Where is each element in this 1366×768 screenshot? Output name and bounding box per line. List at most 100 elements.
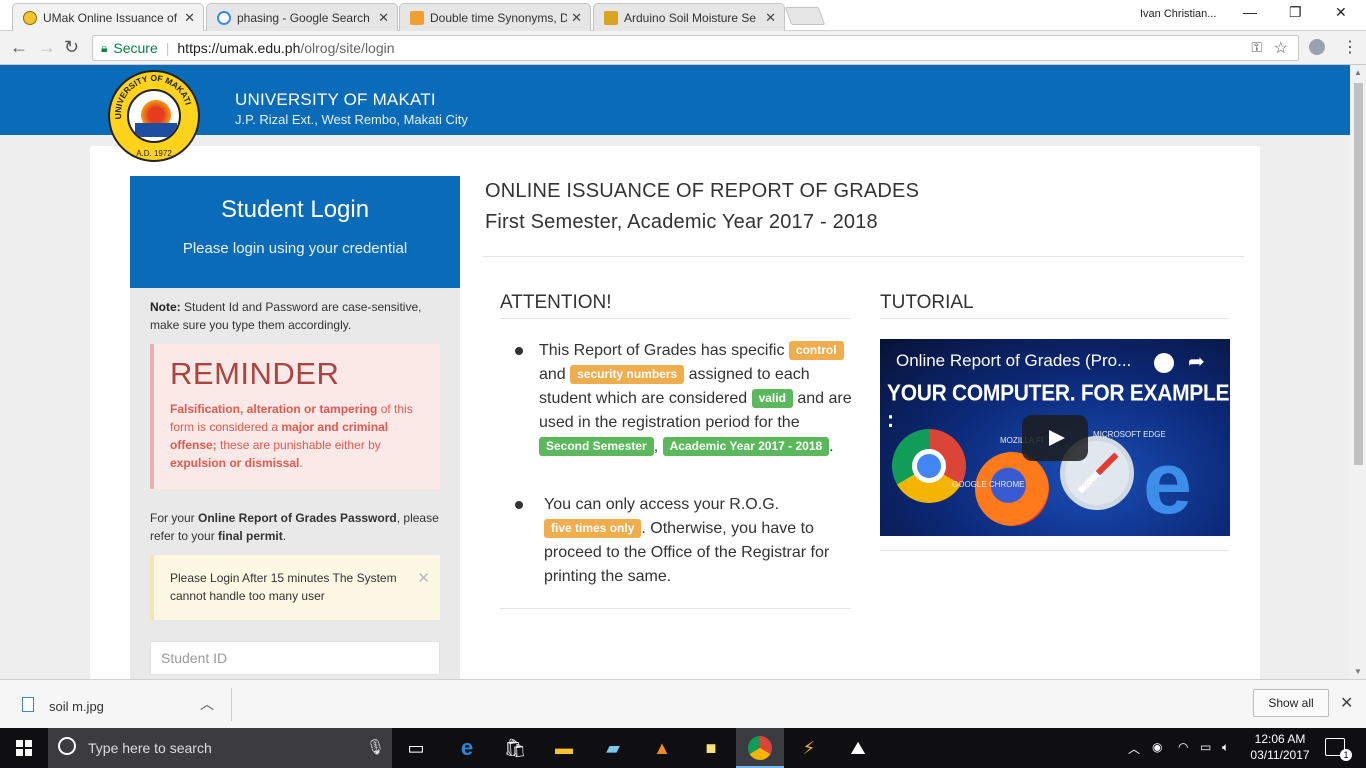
address-bar[interactable]: 🔒︎ Secure | https://umak.edu.ph /olrog/s… (92, 35, 1299, 61)
warning-close-icon[interactable]: ✕ (417, 569, 430, 587)
case-sensitive-note: Note: Student Id and Password are case-s… (150, 300, 422, 332)
store-icon[interactable]: 🛍︎ (503, 736, 527, 760)
task-view-icon[interactable]: ▭ (404, 736, 428, 760)
lock-icon: 🔒︎ (101, 40, 108, 55)
page-subtitle: First Semester, Academic Year 2017 - 201… (485, 211, 878, 233)
new-tab-button[interactable] (784, 7, 826, 25)
image-file-icon (22, 697, 34, 712)
login-subtitle: Please login using your credential (182, 240, 408, 257)
restore-icon[interactable]: ❐ (1289, 4, 1302, 21)
tab-close-icon[interactable]: ✕ (765, 10, 776, 26)
vlc-icon[interactable]: ▲ (650, 736, 674, 760)
tab-double-time[interactable]: Double time Synonyms, D ✕ (399, 3, 591, 31)
university-address: J.P. Rizal Ext., West Rembo, Makati City (235, 112, 468, 127)
scroll-up-icon[interactable]: ▲ (1354, 68, 1362, 77)
university-name: UNIVERSITY OF MAKATI (235, 90, 436, 109)
reminder-title: REMINDER (170, 356, 340, 391)
edge-taskbar-icon[interactable]: e (455, 736, 479, 760)
divider (880, 318, 1230, 319)
secure-label: Secure (113, 40, 158, 56)
reminder-alert: REMINDER Falsification, alteration or ta… (150, 344, 440, 489)
sticky-notes-icon[interactable]: ■ (699, 736, 723, 760)
seal-base-icon (135, 123, 177, 137)
instructables-favicon-icon (604, 10, 618, 25)
chevron-up-icon[interactable]: ︿ (200, 694, 214, 714)
extension-icon[interactable] (1309, 39, 1325, 55)
badge-security-numbers: security numbers (570, 365, 685, 384)
clock-date: 03/11/2017 (1250, 748, 1310, 762)
volume-icon[interactable]: 🔈︎ (1222, 740, 1229, 755)
warning-alert: Please Login After 15 minutes The System… (150, 555, 440, 620)
tab-strip: UMak Online Issuance of ✕ phasing - Goog… (0, 0, 1366, 31)
tab-title: UMak Online Issuance of (43, 10, 178, 25)
search-placeholder: Type here to search (88, 740, 212, 756)
scrollbar-thumb[interactable] (1354, 83, 1363, 465)
wifi-icon[interactable]: ◠ (1178, 740, 1188, 754)
attention-heading: ATTENTION! (500, 292, 612, 313)
photos-icon[interactable]: ⛰︎ (846, 736, 870, 760)
warning-text: Please Login After 15 minutes The System… (170, 571, 397, 603)
window-close-icon[interactable]: ✕ (1335, 4, 1347, 21)
tab-close-icon[interactable]: ✕ (571, 10, 582, 26)
taskbar-search[interactable]: Type here to search 🎙︎ (48, 728, 392, 768)
file-explorer-icon[interactable]: ▬ (552, 736, 576, 760)
back-arrow-icon[interactable]: ← (10, 37, 28, 58)
login-header: Student Login Please login using your cr… (130, 176, 460, 288)
notepad-icon[interactable]: ▰ (601, 736, 625, 760)
play-button[interactable] (1022, 415, 1088, 461)
google-favicon-icon (217, 10, 231, 25)
student-id-input[interactable] (150, 641, 440, 675)
key-icon[interactable]: ⚿ (1251, 39, 1262, 56)
bookmark-star-icon[interactable]: ☆ (1274, 38, 1288, 58)
page-viewport: UNIVERSITY OF MAKATI J.P. Rizal Ext., We… (0, 65, 1350, 679)
url-path: /olrog/site/login (300, 40, 395, 56)
app-taskbar-icon[interactable]: ⚡︎ (797, 736, 821, 760)
chrome-logo-icon (892, 429, 966, 503)
bullet-dot (515, 347, 523, 355)
badge-second-semester: Second Semester (539, 437, 654, 456)
action-center-icon[interactable]: 1 (1325, 738, 1352, 761)
forward-arrow-icon[interactable]: → (38, 37, 56, 58)
download-item-name[interactable]: soil m.jpg (49, 699, 104, 714)
tab-google-search[interactable]: phasing - Google Search ✕ (206, 3, 398, 31)
tab-title: Arduino Soil Moisture Se (624, 10, 757, 25)
tray-status-icon[interactable]: ◉ (1152, 740, 1162, 754)
scroll-down-icon[interactable]: ▼ (1354, 667, 1362, 676)
divider (483, 256, 1244, 257)
taskbar-clock[interactable]: 12:06 AM 03/11/2017 (1250, 731, 1310, 763)
edge-logo-icon: e (1143, 433, 1192, 532)
windows-start-icon[interactable] (16, 740, 32, 756)
edge-label: MICROSOFT EDGE (1093, 430, 1166, 439)
login-title: Student Login (220, 196, 370, 223)
firefox-logo-icon (975, 452, 1049, 526)
page-scrollbar[interactable]: ▲ ▼ (1350, 65, 1366, 679)
seal-emblem (127, 89, 181, 143)
battery-icon[interactable]: ▭ (1200, 740, 1211, 754)
minimize-icon[interactable]: — (1243, 4, 1257, 20)
tab-umak[interactable]: UMak Online Issuance of ✕ (12, 3, 204, 31)
divider (500, 608, 851, 609)
video-title[interactable]: Online Report of Grades (Pro... (896, 351, 1131, 371)
notification-count: 1 (1340, 749, 1352, 761)
profile-name[interactable]: Ivan Christian... (1140, 8, 1216, 20)
share-icon[interactable]: ➦ (1188, 349, 1205, 374)
url-host: https://umak.edu.ph (177, 40, 301, 56)
tab-close-icon[interactable]: ✕ (184, 10, 195, 26)
tab-title: phasing - Google Search (237, 10, 370, 25)
show-all-button[interactable]: Show all (1253, 689, 1329, 717)
microphone-icon[interactable]: 🎙︎ (366, 738, 385, 756)
chrome-taskbar-icon[interactable] (748, 736, 772, 760)
tutorial-video[interactable]: Online Report of Grades (Pro... ➦ YOUR C… (880, 339, 1230, 536)
site-header: UNIVERSITY OF MAKATI J.P. Rizal Ext., We… (0, 65, 1350, 135)
tab-arduino[interactable]: Arduino Soil Moisture Se ✕ (593, 3, 785, 31)
safari-label: SAFARI (1075, 480, 1104, 489)
tray-overflow-icon[interactable]: ︿ (1128, 740, 1140, 757)
reminder-text: Falsification, alteration or tampering o… (170, 402, 413, 470)
tab-close-icon[interactable]: ✕ (378, 10, 389, 26)
download-shelf: soil m.jpg ︿ Show all ✕ (0, 679, 1366, 728)
reload-icon[interactable]: ↻ (64, 37, 79, 58)
close-shelf-icon[interactable]: ✕ (1340, 693, 1353, 713)
address-toolbar: ← → ↻ 🔒︎ Secure | https://umak.edu.ph /o… (0, 31, 1366, 65)
chrome-menu-icon[interactable]: ⋮ (1342, 37, 1358, 57)
watch-later-icon[interactable] (1154, 353, 1174, 373)
